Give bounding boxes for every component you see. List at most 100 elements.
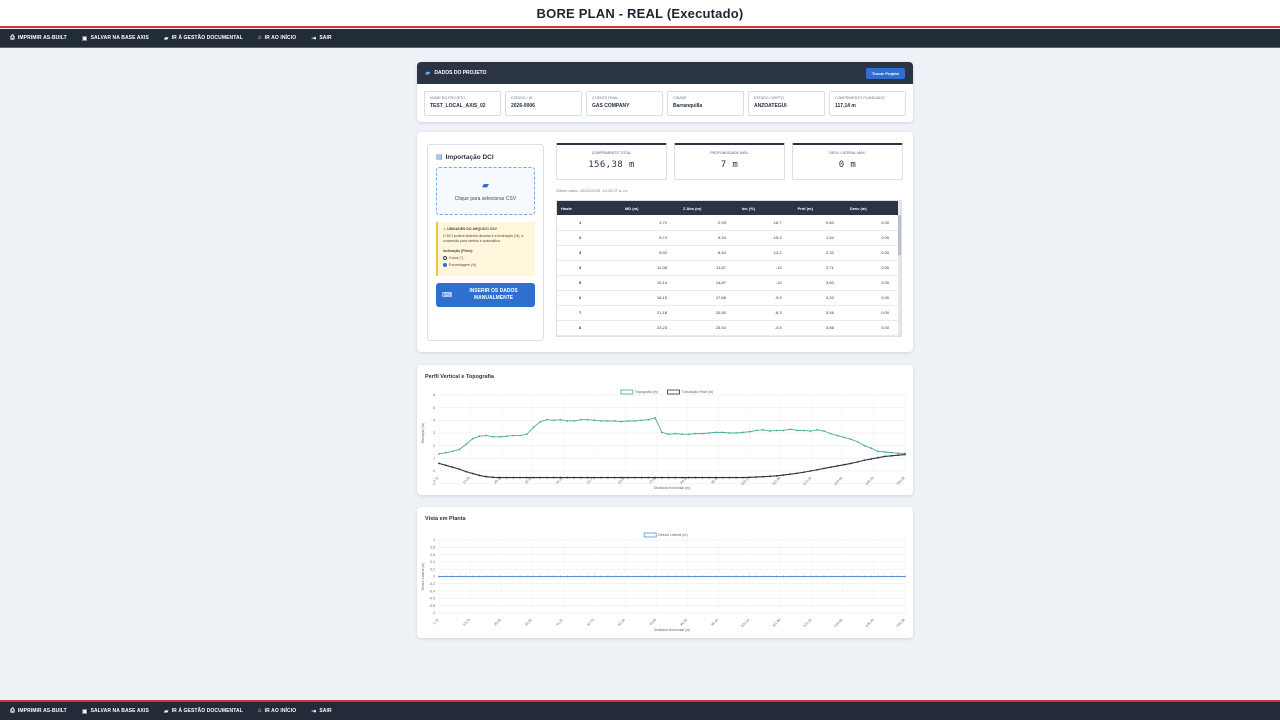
table-cell: -4,5 bbox=[737, 320, 794, 336]
data-point bbox=[640, 575, 643, 578]
x-tick-label: 13,23 bbox=[462, 476, 471, 485]
table-cell: 8,92 bbox=[620, 245, 680, 261]
data-point bbox=[870, 575, 873, 578]
data-point bbox=[566, 575, 569, 578]
data-point bbox=[667, 575, 670, 578]
table-cell: 5,34 bbox=[679, 230, 738, 246]
percent-option[interactable]: Porcentagem (%) bbox=[443, 263, 530, 267]
degrees-radio[interactable] bbox=[443, 256, 447, 260]
data-point bbox=[532, 426, 535, 429]
change-project-button[interactable]: Trocar Projeto bbox=[865, 67, 905, 79]
stat-label: DESV. LATERAL MÁX. bbox=[829, 151, 866, 155]
table-cell: 3 bbox=[557, 245, 621, 261]
table-row[interactable]: 4 12,08 11,87 -13 2,71 0,00 bbox=[557, 260, 901, 276]
project-field-name[interactable]: NOME DO PROJETO TEST_LOCAL_AXIS_02 bbox=[424, 91, 501, 116]
table-cell: 3,86 bbox=[793, 320, 846, 336]
table-cell: 0,00 bbox=[845, 260, 901, 276]
field-value: ANZOATEGUI bbox=[754, 103, 787, 109]
project-field-state[interactable]: ESTADO / DEPTO. ANZOATEGUI bbox=[748, 91, 825, 116]
project-field-city[interactable]: CIDADE Barranquilla bbox=[667, 91, 744, 116]
data-point bbox=[512, 476, 515, 479]
x-axis-label: Distância Horizontal (m) bbox=[654, 628, 690, 632]
data-point bbox=[796, 575, 798, 578]
scrollbar-thumb[interactable] bbox=[898, 215, 901, 255]
data-point bbox=[843, 575, 846, 578]
data-point bbox=[721, 431, 724, 434]
project-field-code[interactable]: CÓDIGO / ID 2026-0006 bbox=[505, 91, 582, 116]
nav-docs-button[interactable]: ▰ IR À GESTÃO DOCUMENTAL bbox=[164, 35, 243, 42]
table-cell: 21,18 bbox=[620, 305, 680, 321]
field-value: GAS COMPANY bbox=[592, 103, 630, 109]
percent-radio[interactable] bbox=[443, 263, 447, 267]
data-point bbox=[444, 451, 447, 454]
nav-save-button[interactable]: ▣ SALVAR NA BASE AXIS bbox=[82, 35, 149, 42]
data-point bbox=[897, 452, 900, 455]
x-tick-label: 122,25 bbox=[802, 476, 812, 486]
data-point bbox=[694, 575, 697, 578]
table-row[interactable]: 8 23,23 23,54 -4,5 3,86 0,00 bbox=[557, 320, 901, 336]
data-point bbox=[451, 450, 454, 453]
y-tick-label: 1 bbox=[433, 538, 435, 542]
x-tick-label: 73,93 bbox=[648, 618, 657, 627]
table-scrollbar[interactable] bbox=[898, 201, 901, 336]
data-point bbox=[600, 575, 602, 578]
data-point bbox=[465, 443, 467, 446]
x-tick-label: 134,66 bbox=[833, 618, 843, 628]
table-body: 1 2,72 2,93 -16,7 0,60 0,00 2 5,74 5,34 -15,3 1,54… bbox=[557, 215, 901, 336]
table-row[interactable]: 3 8,92 8,84 -13,2 2,32 0,00 bbox=[557, 245, 901, 261]
series-line bbox=[438, 453, 906, 479]
degrees-option[interactable]: Graus (°) bbox=[443, 256, 530, 260]
table-row[interactable]: 1 2,72 2,93 -16,7 0,60 0,00 bbox=[557, 215, 901, 231]
table-row[interactable]: 6 18,15 17,88 -9,5 3,32 0,00 bbox=[557, 290, 901, 306]
nav-home-button[interactable]: ⌂ IR AO INÍCIO bbox=[258, 708, 296, 714]
data-point bbox=[640, 419, 643, 422]
x-tick-label: 63,34 bbox=[617, 618, 626, 627]
project-field-planned-length[interactable]: COMPRIMENTO PLANEJADO 117,14 m bbox=[829, 91, 906, 116]
y-axis-label: Elevação (m) bbox=[421, 423, 425, 443]
nav-print-button[interactable]: ⎙ IMPRIMIR AS-BUILT bbox=[10, 708, 67, 715]
manual-entry-button[interactable]: ⌨ INSERIR OS DADOS MANUALMENTE bbox=[436, 283, 535, 307]
table-cell: 12,08 bbox=[620, 260, 680, 276]
table-cell: 0,00 bbox=[845, 320, 901, 336]
table-row[interactable]: 2 5,74 5,34 -15,3 1,54 0,00 bbox=[557, 230, 901, 246]
table-cell: 8,84 bbox=[679, 245, 738, 261]
csv-drop-zone[interactable]: ▰ Clique para selecionar CSV bbox=[436, 167, 535, 215]
data-point bbox=[654, 476, 657, 479]
nav-logout-button[interactable]: ⇥ SAIR bbox=[311, 708, 332, 715]
data-point bbox=[573, 575, 575, 578]
legend-label: Topografia (m) bbox=[635, 390, 658, 394]
data-point bbox=[742, 575, 744, 578]
nav-save-button[interactable]: ▣ SALVAR NA BASE AXIS bbox=[82, 708, 149, 715]
data-point bbox=[721, 476, 724, 479]
data-point bbox=[667, 476, 670, 479]
table-row[interactable]: 7 21,18 20,50 -6,3 3,56 0,00 bbox=[557, 305, 901, 321]
data-point bbox=[660, 575, 663, 578]
nav-logout-button[interactable]: ⇥ SAIR bbox=[311, 35, 332, 42]
project-field-client[interactable]: CLIENTE FINAL GAS COMPANY bbox=[586, 91, 663, 116]
nav-print-button[interactable]: ⎙ IMPRIMIR AS-BUILT bbox=[10, 35, 67, 42]
data-point bbox=[552, 575, 555, 578]
nav-home-button[interactable]: ⌂ IR AO INÍCIO bbox=[258, 35, 296, 41]
data-point bbox=[559, 418, 562, 421]
table-row[interactable]: 5 15,14 14,87 -13 3,60 0,00 bbox=[557, 275, 901, 291]
x-tick-label: 95,44 bbox=[710, 618, 719, 627]
data-point bbox=[856, 440, 859, 443]
data-point bbox=[890, 454, 893, 457]
y-tick-label: -0.2 bbox=[429, 582, 435, 586]
dci-card: ▤ Importação DCI ▰ Clique para selecionar… bbox=[417, 132, 913, 352]
data-point bbox=[478, 575, 481, 578]
data-point bbox=[728, 476, 731, 479]
data-point bbox=[856, 460, 859, 463]
data-point bbox=[525, 476, 528, 479]
table-cell: 2,93 bbox=[679, 215, 738, 231]
data-point bbox=[681, 433, 684, 436]
y-tick-label: 4 bbox=[433, 419, 435, 423]
data-point bbox=[458, 575, 461, 578]
data-point bbox=[498, 476, 501, 479]
nav-docs-button[interactable]: ▰ IR À GESTÃO DOCUMENTAL bbox=[164, 708, 243, 715]
table-cell: 17,88 bbox=[679, 290, 738, 306]
table-cell: 23,54 bbox=[679, 320, 738, 336]
data-point bbox=[742, 476, 744, 479]
data-point bbox=[769, 575, 771, 578]
print-icon: ⎙ bbox=[10, 34, 15, 41]
